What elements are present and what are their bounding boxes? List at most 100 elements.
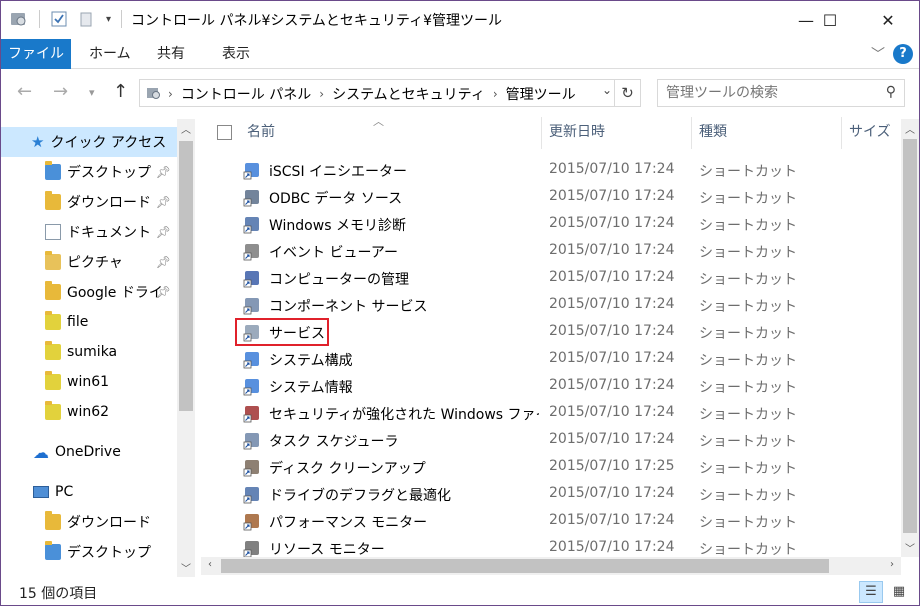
- file-row[interactable]: システム情報 2015/07/10 17:24 ショートカット: [237, 373, 877, 400]
- file-row[interactable]: コンピューターの管理 2015/07/10 17:24 ショートカット: [237, 265, 877, 292]
- file-row[interactable]: イベント ビューアー 2015/07/10 17:24 ショートカット: [237, 238, 877, 265]
- nav-label: ピクチャ: [67, 255, 123, 271]
- file-row[interactable]: タスク スケジューラ 2015/07/10 17:24 ショートカット: [237, 427, 877, 454]
- maximize-button[interactable]: ☐: [807, 1, 853, 39]
- scroll-left-icon[interactable]: ‹: [201, 559, 219, 570]
- file-row[interactable]: ディスク クリーンアップ 2015/07/10 17:25 ショートカット: [237, 454, 877, 481]
- pin-icon[interactable]: 📌︎: [156, 255, 171, 269]
- nav-item-pictures[interactable]: ピクチャ 📌︎: [1, 247, 177, 277]
- item-count: 15 個の項目: [19, 586, 98, 602]
- pin-icon[interactable]: 📌︎: [156, 285, 171, 299]
- window-title: コントロール パネル¥システムとセキュリティ¥管理ツール: [131, 13, 503, 29]
- close-button[interactable]: ✕: [865, 1, 911, 39]
- crumb-chevron-icon[interactable]: ›: [493, 87, 498, 101]
- crumb-chevron-icon: ›: [168, 87, 173, 101]
- file-row[interactable]: パフォーマンス モニター 2015/07/10 17:24 ショートカット: [237, 508, 877, 535]
- scroll-thumb[interactable]: [221, 559, 829, 573]
- search-input[interactable]: [666, 84, 866, 102]
- crumb-chevron-icon[interactable]: ›: [319, 87, 324, 101]
- nav-item-documents[interactable]: ドキュメント 📌︎: [1, 217, 177, 247]
- tab-home[interactable]: ホーム: [89, 39, 131, 69]
- up-button[interactable]: ↑: [113, 81, 128, 102]
- crumb-admin-tools[interactable]: 管理ツール: [506, 84, 576, 104]
- file-type: ショートカット: [699, 299, 797, 315]
- properties-icon[interactable]: [50, 10, 68, 28]
- details-view-icon[interactable]: ☰: [859, 581, 883, 603]
- recent-locations-icon[interactable]: ▾: [89, 86, 95, 99]
- nav-scrollbar[interactable]: ︿ ﹀: [177, 119, 195, 577]
- forward-button[interactable]: →: [53, 81, 68, 102]
- nav-item-sumika[interactable]: sumika: [1, 337, 177, 367]
- pin-icon[interactable]: 📌︎: [156, 225, 171, 239]
- crumb-system-security[interactable]: システムとセキュリティ: [332, 84, 485, 104]
- file-row[interactable]: Windows メモリ診断 2015/07/10 17:24 ショートカット: [237, 211, 877, 238]
- file-row[interactable]: セキュリティが強化された Windows ファイア... 2015/07/10 1…: [237, 400, 877, 427]
- nav-item-file[interactable]: file: [1, 307, 177, 337]
- column-date[interactable]: 更新日時: [549, 121, 605, 145]
- search-icon[interactable]: ⚲: [886, 84, 896, 100]
- file-name: Windows メモリ診断: [269, 218, 406, 234]
- file-row[interactable]: リソース モニター 2015/07/10 17:24 ショートカット: [237, 535, 877, 557]
- nav-pc-desktop[interactable]: デスクトップ: [1, 537, 177, 567]
- shortcut-icon: [243, 405, 261, 423]
- scroll-right-icon[interactable]: ›: [883, 559, 901, 570]
- file-row[interactable]: iSCSI イニシエーター 2015/07/10 17:24 ショートカット: [237, 157, 877, 184]
- tab-file[interactable]: ファイル: [1, 39, 71, 69]
- help-button[interactable]: ?: [893, 44, 913, 64]
- nav-onedrive[interactable]: ☁ OneDrive: [1, 437, 177, 467]
- address-dropdown-icon[interactable]: ⌄: [602, 83, 612, 97]
- refresh-icon[interactable]: ↻: [614, 80, 640, 106]
- scroll-thumb[interactable]: [903, 139, 917, 533]
- nav-pc-downloads[interactable]: ダウンロード: [1, 507, 177, 537]
- column-separator[interactable]: [841, 117, 842, 149]
- column-type[interactable]: 種類: [699, 121, 727, 145]
- nav-pc[interactable]: PC: [1, 477, 177, 507]
- tab-share[interactable]: 共有: [157, 39, 185, 69]
- file-row[interactable]: コンポーネント サービス 2015/07/10 17:24 ショートカット: [237, 292, 877, 319]
- horizontal-scrollbar[interactable]: ‹ ›: [201, 557, 901, 575]
- scroll-down-icon[interactable]: ﹀: [177, 560, 195, 575]
- list-scrollbar[interactable]: ︿ ﹀: [901, 119, 919, 557]
- column-size[interactable]: サイズ: [849, 121, 891, 145]
- tab-view[interactable]: 表示: [222, 39, 250, 69]
- file-row[interactable]: ドライブのデフラグと最適化 2015/07/10 17:24 ショートカット: [237, 481, 877, 508]
- column-separator[interactable]: [691, 117, 692, 149]
- large-icons-view-icon[interactable]: ▦: [887, 581, 911, 603]
- search-box[interactable]: ⚲: [657, 79, 905, 107]
- file-row[interactable]: システム構成 2015/07/10 17:24 ショートカット: [237, 346, 877, 373]
- qat-separator: [39, 10, 40, 28]
- desktop-folder-icon: [45, 161, 61, 180]
- scroll-down-icon[interactable]: ﹀: [901, 540, 919, 555]
- column-name[interactable]: 名前: [247, 121, 275, 145]
- file-type: ショートカット: [699, 434, 797, 450]
- select-all-checkbox[interactable]: [217, 125, 232, 140]
- file-date: 2015/07/10 17:25: [549, 458, 675, 474]
- file-date: 2015/07/10 17:24: [549, 485, 675, 501]
- nav-item-google-drive[interactable]: Google ドライブ 📌︎: [1, 277, 177, 307]
- file-row[interactable]: ODBC データ ソース 2015/07/10 17:24 ショートカット: [237, 184, 877, 211]
- nav-item-win61[interactable]: win61: [1, 367, 177, 397]
- file-row[interactable]: サービス 2015/07/10 17:24 ショートカット: [237, 319, 877, 346]
- nav-quick-access[interactable]: ★ クイック アクセス: [1, 127, 177, 157]
- scroll-thumb[interactable]: [179, 141, 193, 411]
- shortcut-icon: [243, 162, 261, 180]
- scroll-up-icon[interactable]: ︿: [901, 121, 919, 136]
- explorer-window: ▾ コントロール パネル¥システムとセキュリティ¥管理ツール — ☐ ✕ ファイ…: [0, 0, 920, 606]
- nav-item-win62[interactable]: win62: [1, 397, 177, 427]
- qat-dropdown-icon[interactable]: ▾: [106, 14, 111, 25]
- nav-item-desktop[interactable]: デスクトップ 📌︎: [1, 157, 177, 187]
- file-name: ディスク クリーンアップ: [269, 461, 426, 477]
- address-bar[interactable]: › コントロール パネル › システムとセキュリティ › 管理ツール ⌄ ↻: [139, 79, 641, 107]
- computer-icon: [33, 486, 49, 498]
- scroll-up-icon[interactable]: ︿: [177, 121, 195, 136]
- pin-icon[interactable]: 📌︎: [156, 195, 171, 209]
- nav-item-downloads[interactable]: ダウンロード 📌︎: [1, 187, 177, 217]
- back-button[interactable]: ←: [17, 81, 32, 102]
- file-date: 2015/07/10 17:24: [549, 377, 675, 393]
- pin-icon[interactable]: 📌︎: [156, 165, 171, 179]
- new-folder-icon[interactable]: [78, 10, 96, 28]
- shortcut-icon: [243, 486, 261, 504]
- ribbon-expand-icon[interactable]: ﹀: [871, 44, 885, 64]
- crumb-control-panel[interactable]: コントロール パネル: [181, 84, 311, 104]
- column-separator[interactable]: [541, 117, 542, 149]
